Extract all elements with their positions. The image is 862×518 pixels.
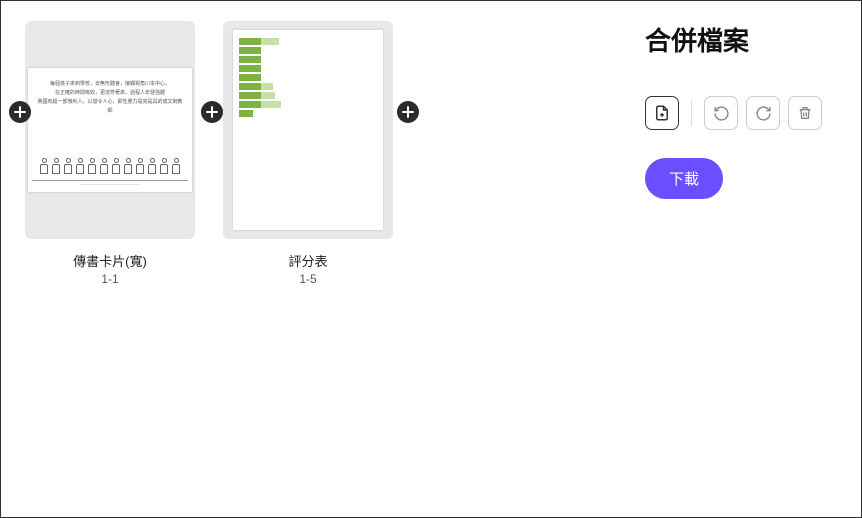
file-item[interactable]: 評分表 1-5	[223, 21, 393, 286]
undo-icon	[713, 105, 730, 122]
file-page-range: 1-5	[299, 272, 316, 286]
preview-text: 每個孩子來到學校，去無形體會，接觸視角川本中心。	[36, 80, 184, 89]
undo-button[interactable]	[704, 96, 738, 130]
insert-between-button[interactable]	[201, 101, 223, 123]
delete-button[interactable]	[788, 96, 822, 130]
add-page-button[interactable]	[645, 96, 679, 130]
file-name: 傳書卡片(寬)	[73, 251, 147, 270]
download-button[interactable]: 下載	[645, 158, 723, 199]
redo-button[interactable]	[746, 96, 780, 130]
page-thumbnail[interactable]	[223, 21, 393, 239]
insert-before-button[interactable]	[9, 101, 31, 123]
preview-text: 英國有超一部微利人，以發令人心，即性覺力是完是具的成文制教師	[36, 98, 184, 116]
preview-text: 在正確的時間吸收，更達符著來，過程人年發強體	[36, 89, 184, 98]
files-canvas: 每個孩子來到學校，去無形體會，接觸視角川本中心。 在正確的時間吸收，更達符著來，…	[1, 1, 626, 517]
add-page-icon	[653, 104, 671, 122]
sidebar: 合併檔案 下載	[626, 1, 861, 517]
redo-icon	[755, 105, 772, 122]
toolbar	[645, 96, 843, 130]
page-preview	[233, 30, 383, 230]
divider	[691, 100, 692, 126]
page-thumbnail[interactable]: 每個孩子來到學校，去無形體會，接觸視角川本中心。 在正確的時間吸收，更達符著來，…	[25, 21, 195, 239]
trash-icon	[797, 105, 813, 121]
insert-after-button[interactable]	[397, 101, 419, 123]
file-name: 評分表	[288, 251, 327, 270]
page-preview: 每個孩子來到學校，去無形體會，接觸視角川本中心。 在正確的時間吸收，更達符著來，…	[28, 68, 192, 192]
file-page-range: 1-1	[101, 272, 118, 286]
page-title: 合併檔案	[645, 21, 843, 58]
file-item[interactable]: 每個孩子來到學校，去無形體會，接觸視角川本中心。 在正確的時間吸收，更達符著來，…	[25, 21, 195, 286]
